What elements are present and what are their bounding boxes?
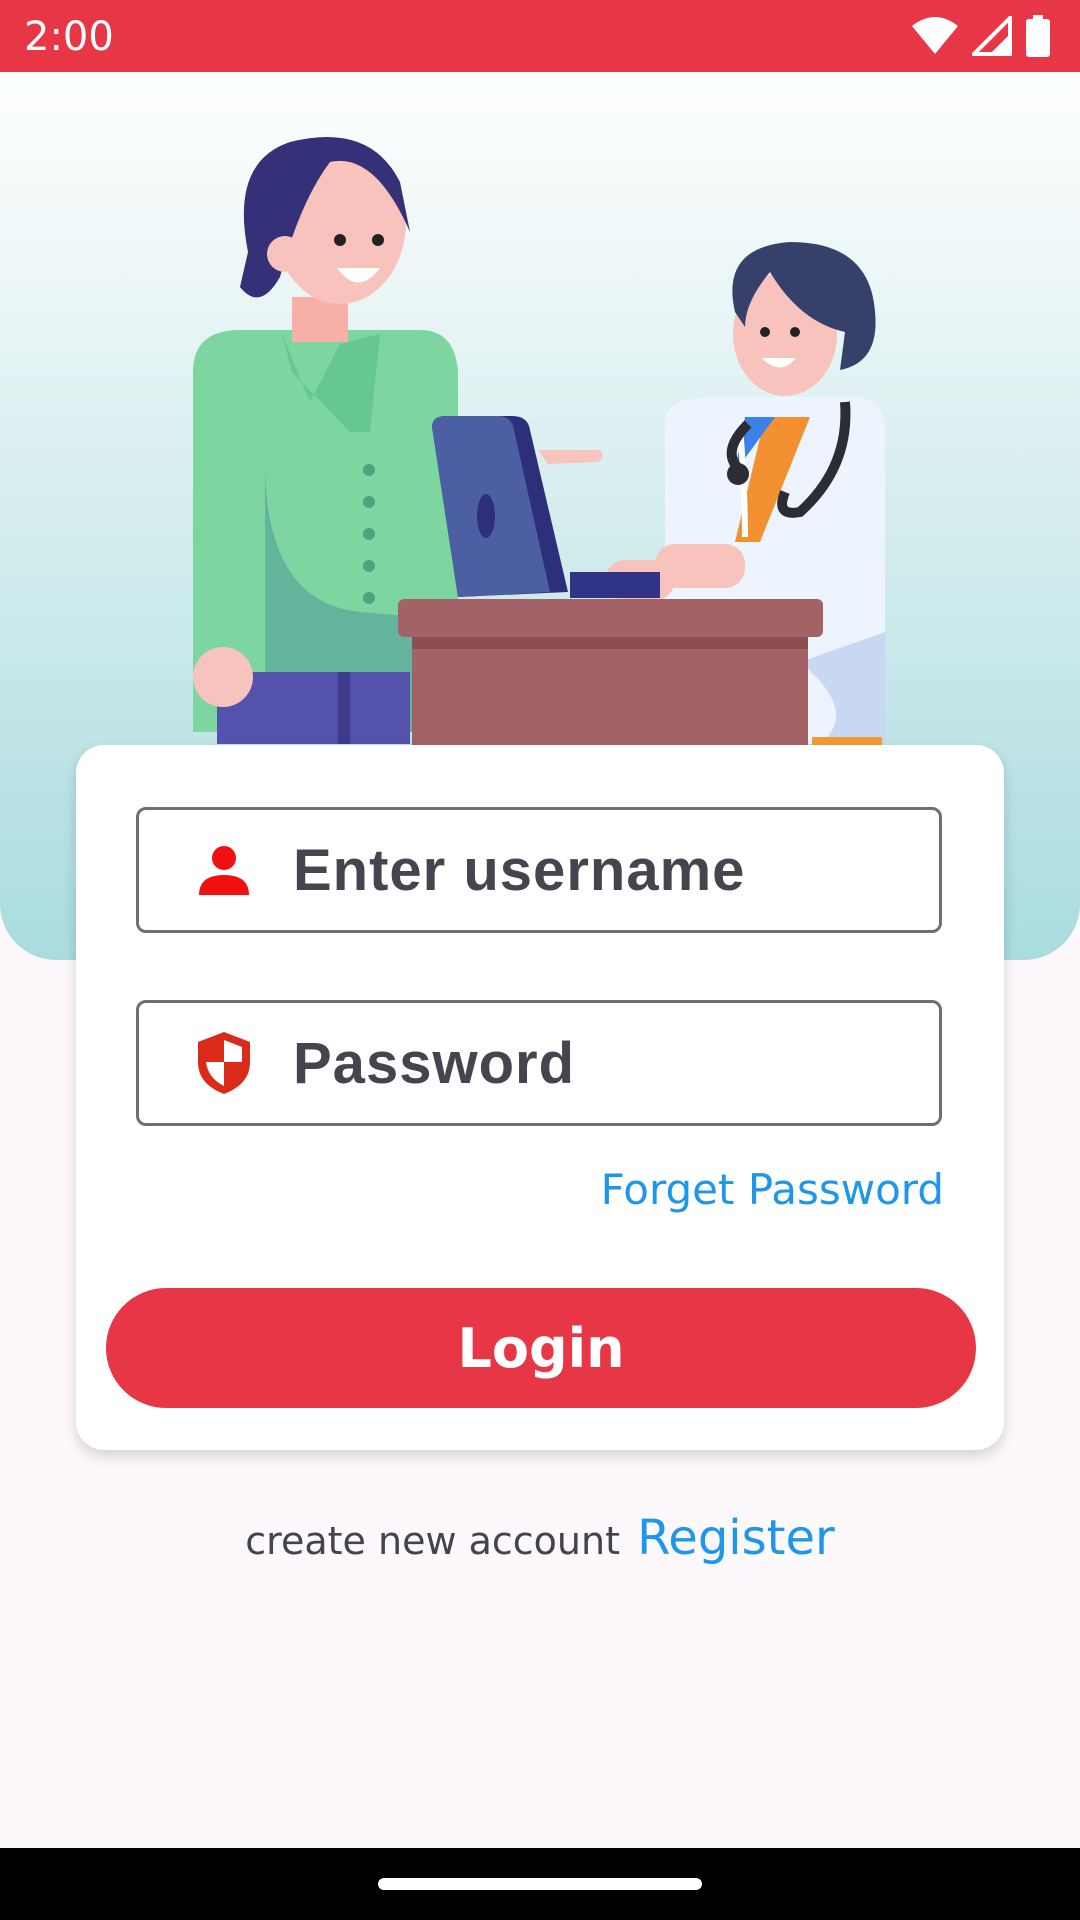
username-field[interactable]: Enter username [136,807,942,933]
shield-icon [191,1030,257,1096]
login-card: Enter username Password Forget Password … [76,745,1004,1450]
desk [398,599,823,762]
wifi-icon [912,17,958,54]
battery-icon [1026,15,1050,57]
password-field[interactable]: Password [136,1000,942,1126]
register-row: create new account Register [0,1510,1080,1566]
login-button[interactable]: Login [106,1288,976,1408]
status-icons [912,14,1050,58]
home-handle[interactable] [378,1878,702,1890]
person-icon [191,837,257,903]
status-time: 2:00 [24,14,114,60]
status-bar: 2:00 [0,0,1080,72]
forgot-password-link[interactable]: Forget Password [601,1165,944,1214]
username-placeholder: Enter username [293,837,746,903]
signal-icon [972,16,1012,56]
register-link[interactable]: Register [637,1510,835,1566]
password-placeholder: Password [293,1030,575,1096]
navigation-bar [0,1848,1080,1920]
register-prompt: create new account [245,1519,620,1563]
